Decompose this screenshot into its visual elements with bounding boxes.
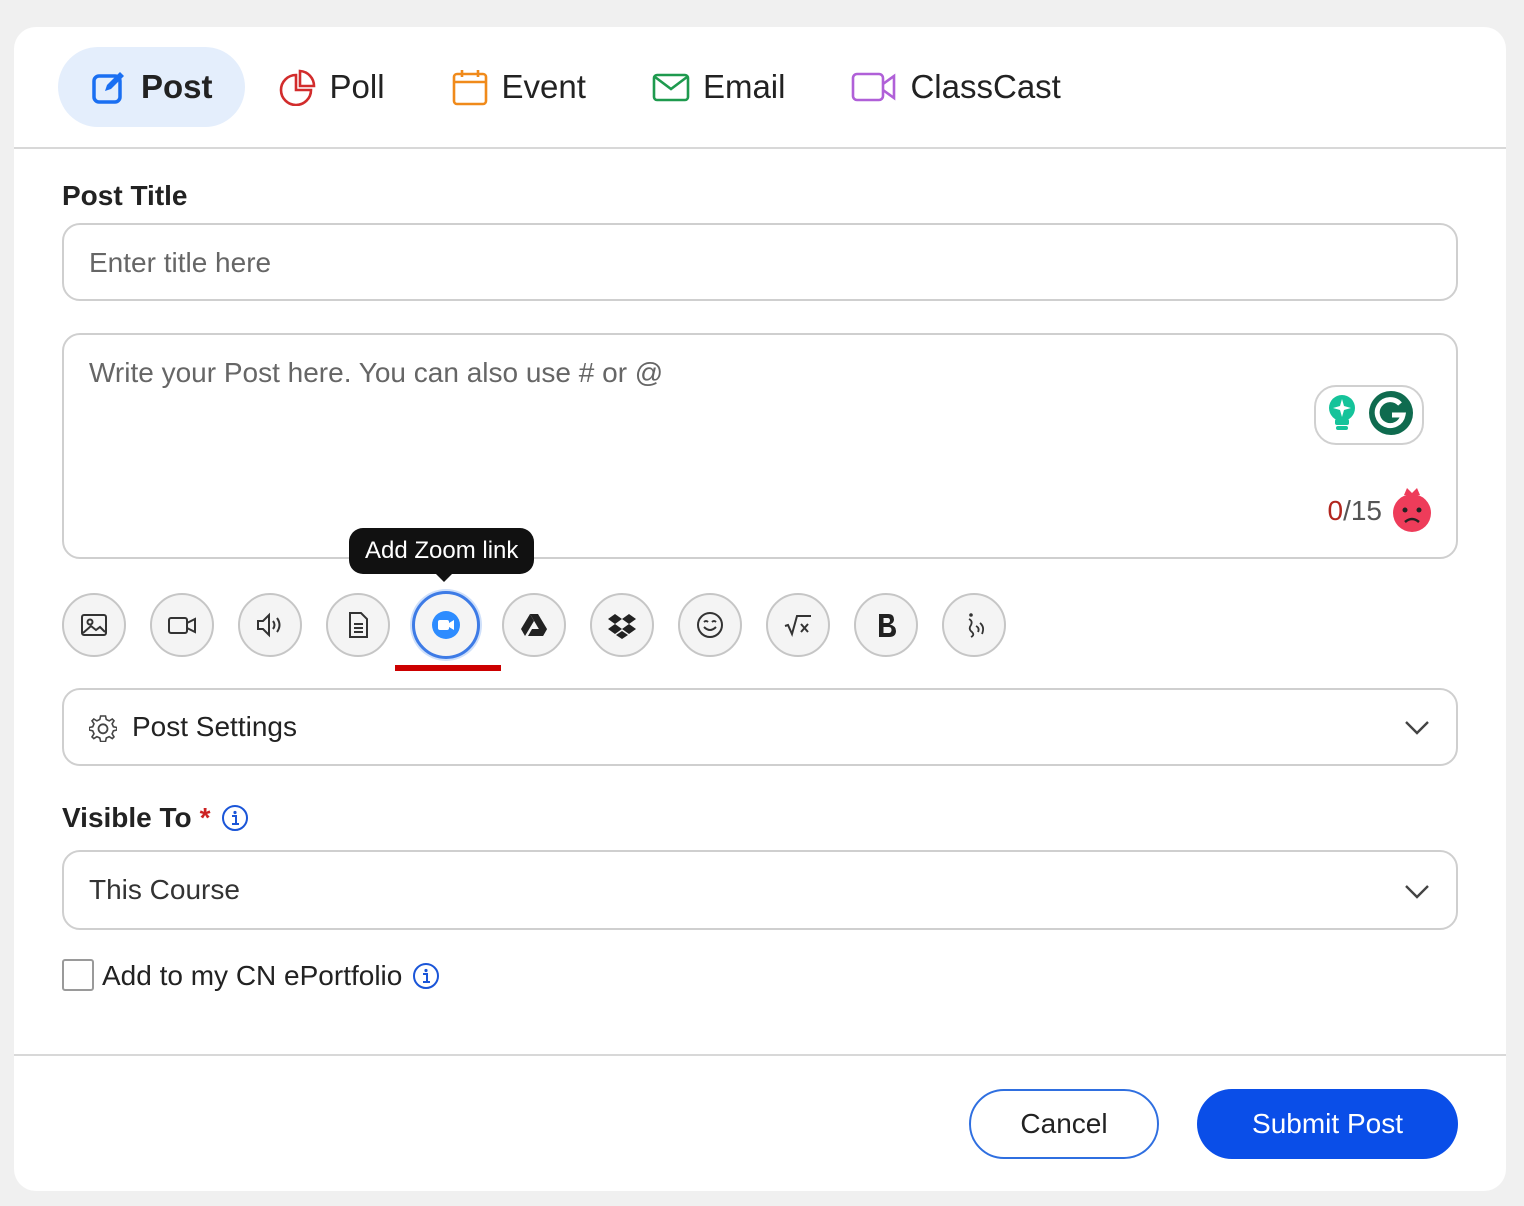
cancel-button[interactable]: Cancel <box>969 1089 1159 1159</box>
eportfolio-row: Add to my CN ePortfolio <box>102 959 440 993</box>
post-title-placeholder: Enter title here <box>89 247 272 278</box>
sad-face-icon <box>1390 485 1434 533</box>
post-settings-label: Post Settings <box>132 711 297 742</box>
tab-post[interactable]: Post <box>58 47 245 127</box>
tab-classcast-label: ClassCast <box>910 68 1061 105</box>
grammarly-icon[interactable] <box>1368 390 1414 441</box>
image-icon <box>81 614 107 636</box>
character-counter: 0/15 <box>1327 495 1382 527</box>
lightbulb-icon[interactable] <box>1325 393 1359 438</box>
zoom-button[interactable] <box>412 591 480 659</box>
dropbox-icon <box>608 614 636 639</box>
submit-post-button[interactable]: Submit Post <box>1197 1089 1458 1159</box>
zoom-icon <box>432 611 460 639</box>
grammarly-widget[interactable] <box>1314 385 1424 445</box>
visible-to-label: Visible To <box>62 802 192 833</box>
math-icon <box>784 615 811 637</box>
tab-poll-label: Poll <box>329 68 385 105</box>
visible-to-select[interactable]: This Course <box>62 850 1458 930</box>
document-button[interactable] <box>326 593 390 657</box>
info-icon[interactable] <box>412 962 440 990</box>
tab-event[interactable]: Event <box>419 47 618 127</box>
bold-button[interactable] <box>854 593 918 657</box>
tab-poll[interactable]: Poll <box>247 47 417 127</box>
tab-classcast[interactable]: ClassCast <box>819 47 1092 127</box>
video-button[interactable] <box>150 593 214 657</box>
counter-total: /15 <box>1343 495 1382 526</box>
eportfolio-label[interactable]: Add to my CN ePortfolio <box>102 960 402 992</box>
zoom-tooltip: Add Zoom link <box>349 528 535 582</box>
chevron-down-icon <box>1405 885 1429 899</box>
audio-icon <box>257 612 281 638</box>
tab-email[interactable]: Email <box>620 47 818 127</box>
post-body-editor[interactable]: Write your Post here. You can also use #… <box>62 333 1458 559</box>
zoom-highlight-underline <box>395 665 501 671</box>
emoji-icon <box>697 612 723 638</box>
google-drive-icon <box>521 614 547 636</box>
counter-current: 0 <box>1327 495 1344 526</box>
post-body-placeholder: Write your Post here. You can also use #… <box>89 357 664 388</box>
gear-icon <box>89 715 117 742</box>
visible-to-label-row: Visible To * <box>62 802 249 834</box>
handwriting-icon <box>968 613 985 638</box>
google-drive-button[interactable] <box>502 593 566 657</box>
tab-email-label: Email <box>702 68 786 105</box>
video-icon <box>168 617 196 634</box>
info-icon[interactable] <box>221 804 249 832</box>
required-asterisk: * <box>199 802 211 833</box>
tab-post-label: Post <box>141 68 213 105</box>
tab-event-label: Event <box>501 68 586 105</box>
audio-button[interactable] <box>238 593 302 657</box>
post-title-label: Post Title <box>62 180 188 211</box>
edit-icon <box>90 68 128 106</box>
post-title-input[interactable]: Enter title here <box>62 223 1458 301</box>
calendar-icon <box>451 68 489 106</box>
dropbox-button[interactable] <box>590 593 654 657</box>
visible-to-value: This Course <box>89 874 240 905</box>
video-camera-icon <box>851 68 897 106</box>
tabs-divider <box>14 147 1506 149</box>
footer-divider <box>14 1054 1506 1056</box>
math-button[interactable] <box>766 593 830 657</box>
bold-icon <box>879 614 896 637</box>
chevron-down-icon <box>1405 721 1429 735</box>
post-settings-accordion[interactable]: Post Settings <box>62 688 1458 766</box>
post-composer-card: Post Poll Event Email ClassCast Post Tit… <box>14 27 1506 1191</box>
eportfolio-checkbox[interactable] <box>62 959 94 991</box>
handwriting-button[interactable] <box>942 593 1006 657</box>
pie-chart-icon <box>279 68 317 106</box>
composer-tabs: Post Poll Event Email ClassCast <box>58 47 1093 127</box>
document-icon <box>349 612 368 638</box>
emoji-button[interactable] <box>678 593 742 657</box>
image-button[interactable] <box>62 593 126 657</box>
envelope-icon <box>652 68 690 106</box>
